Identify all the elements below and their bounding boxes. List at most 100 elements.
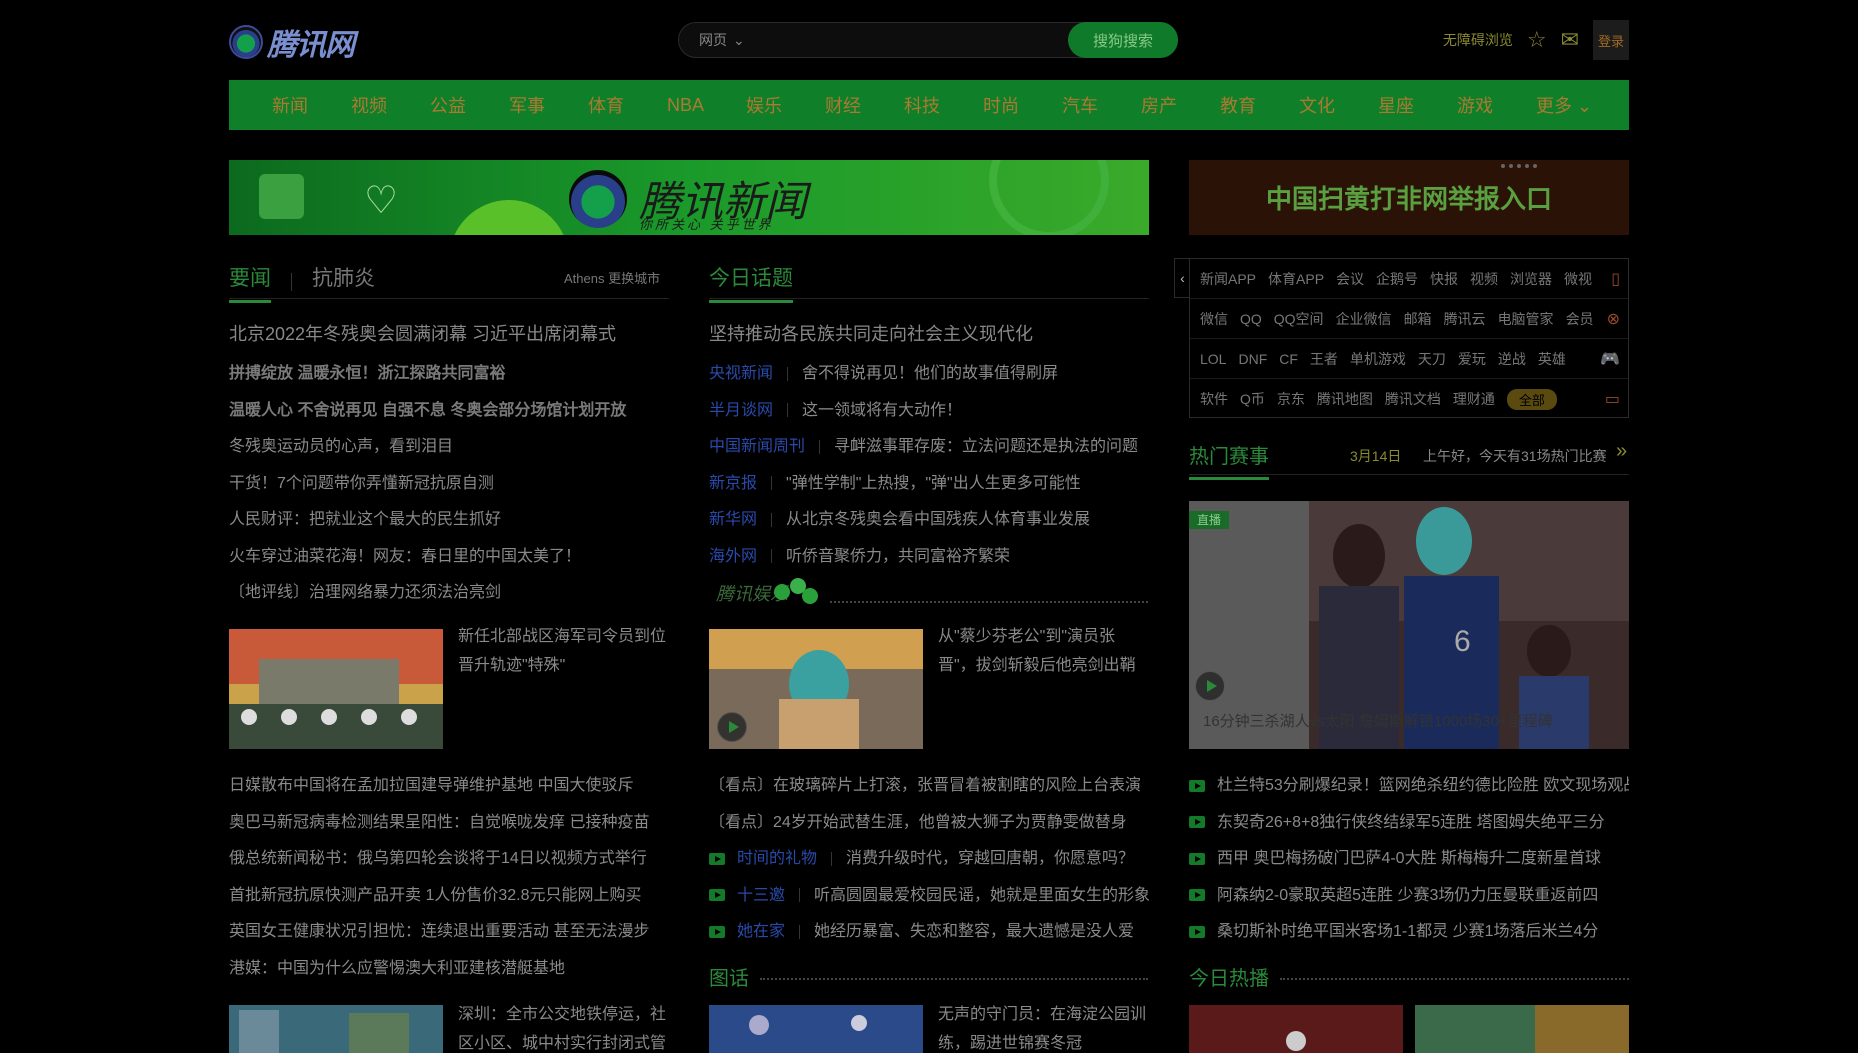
news-item[interactable]: 俄总统新闻秘书：俄乌第四轮会谈将于14日以视频方式举行 — [229, 841, 669, 878]
source-tag[interactable]: 中国新闻周刊 — [709, 438, 805, 455]
today-hot-photo-1[interactable] — [1189, 1005, 1403, 1053]
topic-item[interactable]: 半月谈网 这一领域将有大动作！ — [709, 393, 1149, 430]
news-item[interactable]: 人民财评：把就业这个最大的民生抓好 — [229, 502, 669, 539]
search-type-dropdown[interactable]: 网页 ⌄ — [679, 30, 749, 50]
app-link[interactable]: QQ — [1240, 311, 1262, 327]
app-link[interactable]: 快报 — [1430, 269, 1458, 289]
report-banner[interactable]: 中国扫黄打非网举报入口 — [1189, 160, 1629, 235]
app-link[interactable]: 微视 — [1564, 269, 1592, 289]
source-tag[interactable]: 央视新闻 — [709, 365, 773, 382]
nav-item[interactable]: 教育 — [1220, 92, 1299, 118]
app-link[interactable]: DNF — [1238, 351, 1267, 367]
nav-item[interactable]: NBA — [667, 95, 746, 116]
tab-yaowen[interactable]: 要闻 — [229, 262, 271, 303]
program-tag[interactable]: 时间的礼物 — [737, 850, 817, 867]
app-link[interactable]: 王者 — [1310, 349, 1338, 369]
carousel-dots[interactable] — [1501, 164, 1537, 168]
app-link[interactable]: QQ空间 — [1274, 309, 1324, 329]
hot-match-photo[interactable]: 6 直播 16分钟三杀湖人vs太阳 詹姆斯解锁1000场30+里程碑 — [1189, 501, 1629, 749]
top-headline[interactable]: 北京2022年冬残奥会圆满闭幕 习近平出席闭幕式 — [229, 320, 616, 346]
app-link[interactable]: LOL — [1200, 351, 1226, 367]
play-icon[interactable] — [1195, 671, 1225, 701]
nav-item[interactable]: 视频 — [351, 92, 430, 118]
mail-icon[interactable]: ✉ — [1561, 27, 1579, 53]
nav-item[interactable]: 时尚 — [983, 92, 1062, 118]
news-item[interactable]: 拼搏绽放 温暖永恒！浙江探路共同富裕 — [229, 356, 669, 393]
section-today-hot[interactable]: 今日热播 — [1189, 962, 1269, 991]
city-switch[interactable]: Athens 更换城市 — [564, 268, 660, 287]
app-link[interactable]: 爱玩 — [1458, 349, 1486, 369]
match-item[interactable]: 西甲 奥巴梅扬破门巴萨4-0大胜 斯梅梅升二度新星首球 — [1189, 841, 1629, 878]
ent-photo[interactable] — [709, 629, 923, 749]
app-link[interactable]: 会议 — [1336, 269, 1364, 289]
topic-headline[interactable]: 坚持推动各民族共同走向社会主义现代化 — [709, 320, 1033, 346]
nav-more[interactable]: 更多 ⌄ — [1536, 92, 1615, 118]
news-item[interactable]: 火车穿过油菜花海！网友：春日里的中国太美了！ — [229, 539, 669, 576]
news-item[interactable]: 冬残奥运动员的心声，看到泪目 — [229, 429, 669, 466]
match-item[interactable]: 东契奇26+8+8独行侠终结绿军5连胜 塔图姆失绝平三分 — [1189, 805, 1629, 842]
app-link[interactable]: CF — [1279, 351, 1298, 367]
nav-item[interactable]: 汽车 — [1062, 92, 1141, 118]
app-link[interactable]: 单机游戏 — [1350, 349, 1406, 369]
news-item[interactable]: 英国女王健康状况引担忧：连续退出重要活动 甚至无法漫步 — [229, 914, 669, 951]
app-link[interactable]: 腾讯地图 — [1317, 389, 1373, 409]
double-chevron-right-icon[interactable]: » — [1616, 440, 1627, 463]
tuhua-photo[interactable] — [709, 1005, 923, 1053]
news-photo-navy[interactable] — [229, 629, 443, 749]
nav-item[interactable]: 军事 — [509, 92, 588, 118]
source-tag[interactable]: 新京报 — [709, 475, 757, 492]
topic-item[interactable]: 海外网 听侨音聚侨力，共同富裕齐繁荣 — [709, 539, 1149, 576]
match-item[interactable]: 杜兰特53分刷爆纪录！篮网绝杀纽约德比险胜 欧文现场观战 — [1189, 768, 1629, 805]
app-link[interactable]: 京东 — [1277, 389, 1305, 409]
play-icon[interactable] — [717, 712, 747, 742]
app-link[interactable]: 腾讯云 — [1444, 309, 1486, 329]
app-link[interactable]: 理财通 — [1453, 389, 1495, 409]
star-icon[interactable]: ☆ — [1527, 27, 1547, 53]
news-item[interactable]: 干货！7个问题带你弄懂新冠抗原自测 — [229, 466, 669, 503]
ent-item[interactable]: 十三邀 听高圆圆最爱校园民谣，她就是里面女生的形象 — [709, 878, 1149, 915]
nav-item[interactable]: 文化 — [1299, 92, 1378, 118]
nav-item[interactable]: 星座 — [1378, 92, 1457, 118]
app-link[interactable]: 邮箱 — [1404, 309, 1432, 329]
nav-item[interactable]: 游戏 — [1457, 92, 1536, 118]
nav-item[interactable]: 公益 — [430, 92, 509, 118]
nav-item[interactable]: 娱乐 — [746, 92, 825, 118]
ent-caption[interactable]: 从"蔡少芬老公"到"演员张晋"，拔剑斩毅后他亮剑出鞘 — [938, 622, 1150, 680]
topic-item[interactable]: 中国新闻周刊 寻衅滋事罪存废：立法问题还是执法的问题 — [709, 429, 1149, 466]
search-button[interactable]: 搜狗搜索 — [1068, 22, 1178, 58]
app-link[interactable]: 体育APP — [1268, 269, 1324, 289]
close-circle-icon[interactable]: ⊗ — [1607, 309, 1620, 329]
app-link[interactable]: 企鹅号 — [1376, 269, 1418, 289]
news-photo-shenzhen[interactable] — [229, 1005, 443, 1053]
topic-item[interactable]: 新京报 "弹性学制"上热搜，"弹"出人生更多可能性 — [709, 466, 1149, 503]
program-tag[interactable]: 十三邀 — [737, 887, 785, 904]
login-button[interactable]: 登录 — [1593, 20, 1629, 60]
program-tag[interactable]: 她在家 — [737, 923, 785, 940]
app-link[interactable]: 新闻APP — [1200, 269, 1256, 289]
app-link[interactable]: 腾讯文档 — [1385, 389, 1441, 409]
nav-item[interactable]: 新闻 — [272, 92, 351, 118]
today-hot-photo-2[interactable] — [1415, 1005, 1629, 1053]
source-tag[interactable]: 新华网 — [709, 511, 757, 528]
app-link[interactable]: 英雄 — [1538, 349, 1566, 369]
ent-item[interactable]: 时间的礼物 消费升级时代，穿越回唐朝，你愿意吗？ — [709, 841, 1149, 878]
tab-today-topic[interactable]: 今日话题 — [709, 262, 793, 303]
section-tuhua[interactable]: 图话 — [709, 962, 749, 991]
topic-item[interactable]: 新华网 从北京冬残奥会看中国残疾人体育事业发展 — [709, 502, 1149, 539]
nav-item[interactable]: 财经 — [825, 92, 904, 118]
app-link[interactable]: 企业微信 — [1336, 309, 1392, 329]
source-tag[interactable]: 半月谈网 — [709, 402, 773, 419]
news-item[interactable]: 温暖人心 不舍说再见 自强不息 冬奥会部分场馆计划开放 — [229, 393, 669, 430]
tencent-news-banner[interactable]: ♡ 腾讯新闻 你所关心 关乎世界 — [229, 160, 1149, 235]
news-item[interactable]: 首批新冠抗原快测产品开卖 1人份售价32.8元只能网上购买 — [229, 878, 669, 915]
app-link[interactable]: 电脑管家 — [1498, 309, 1554, 329]
match-item[interactable]: 桑切斯补时绝平国米客场1-1都灵 少赛1场落后米兰4分 — [1189, 914, 1629, 951]
ent-item[interactable]: 她在家 她经历暴富、失恋和整容，最大遗憾是没人爱 — [709, 914, 1149, 951]
app-link[interactable]: 微信 — [1200, 309, 1228, 329]
app-link[interactable]: 逆战 — [1498, 349, 1526, 369]
ent-item[interactable]: 〔看点〕在玻璃碎片上打滚，张晋冒着被割瞎的风险上台表演 — [709, 768, 1149, 805]
topic-item[interactable]: 央视新闻 舍不得说再见！他们的故事值得刷屏 — [709, 356, 1149, 393]
source-tag[interactable]: 海外网 — [709, 548, 757, 565]
nav-item[interactable]: 科技 — [904, 92, 983, 118]
news-item[interactable]: 奥巴马新冠病毒检测结果呈阳性：自觉喉咙发痒 已接种疫苗 — [229, 805, 669, 842]
